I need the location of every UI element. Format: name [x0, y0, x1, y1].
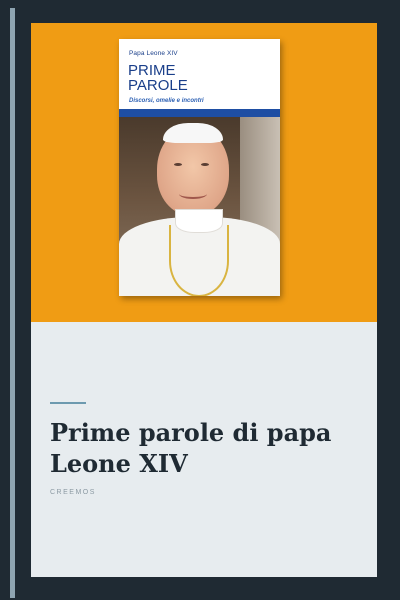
pope-portrait-photo	[119, 117, 280, 296]
title-divider	[50, 402, 86, 404]
book-cover: Papa Leone XIV PRIME PAROLE Discorsi, om…	[119, 39, 280, 296]
book-author: Papa Leone XIV	[129, 50, 178, 57]
post-title-link[interactable]: Prime parole di papa Leone XIV	[50, 417, 360, 479]
post-featured-image[interactable]: Papa Leone XIV PRIME PAROLE Discorsi, om…	[31, 23, 377, 322]
post-card[interactable]: Papa Leone XIV PRIME PAROLE Discorsi, om…	[31, 23, 377, 577]
book-stripe	[119, 109, 280, 117]
book-title: PRIME PAROLE	[128, 62, 188, 94]
white-zucchetto	[163, 123, 223, 143]
book-subtitle: Discorsi, omelie e incontri	[129, 98, 204, 104]
left-accent-bar	[10, 8, 15, 598]
post-category-link[interactable]: CREEMOS	[50, 489, 96, 496]
pectoral-chain	[169, 225, 229, 296]
